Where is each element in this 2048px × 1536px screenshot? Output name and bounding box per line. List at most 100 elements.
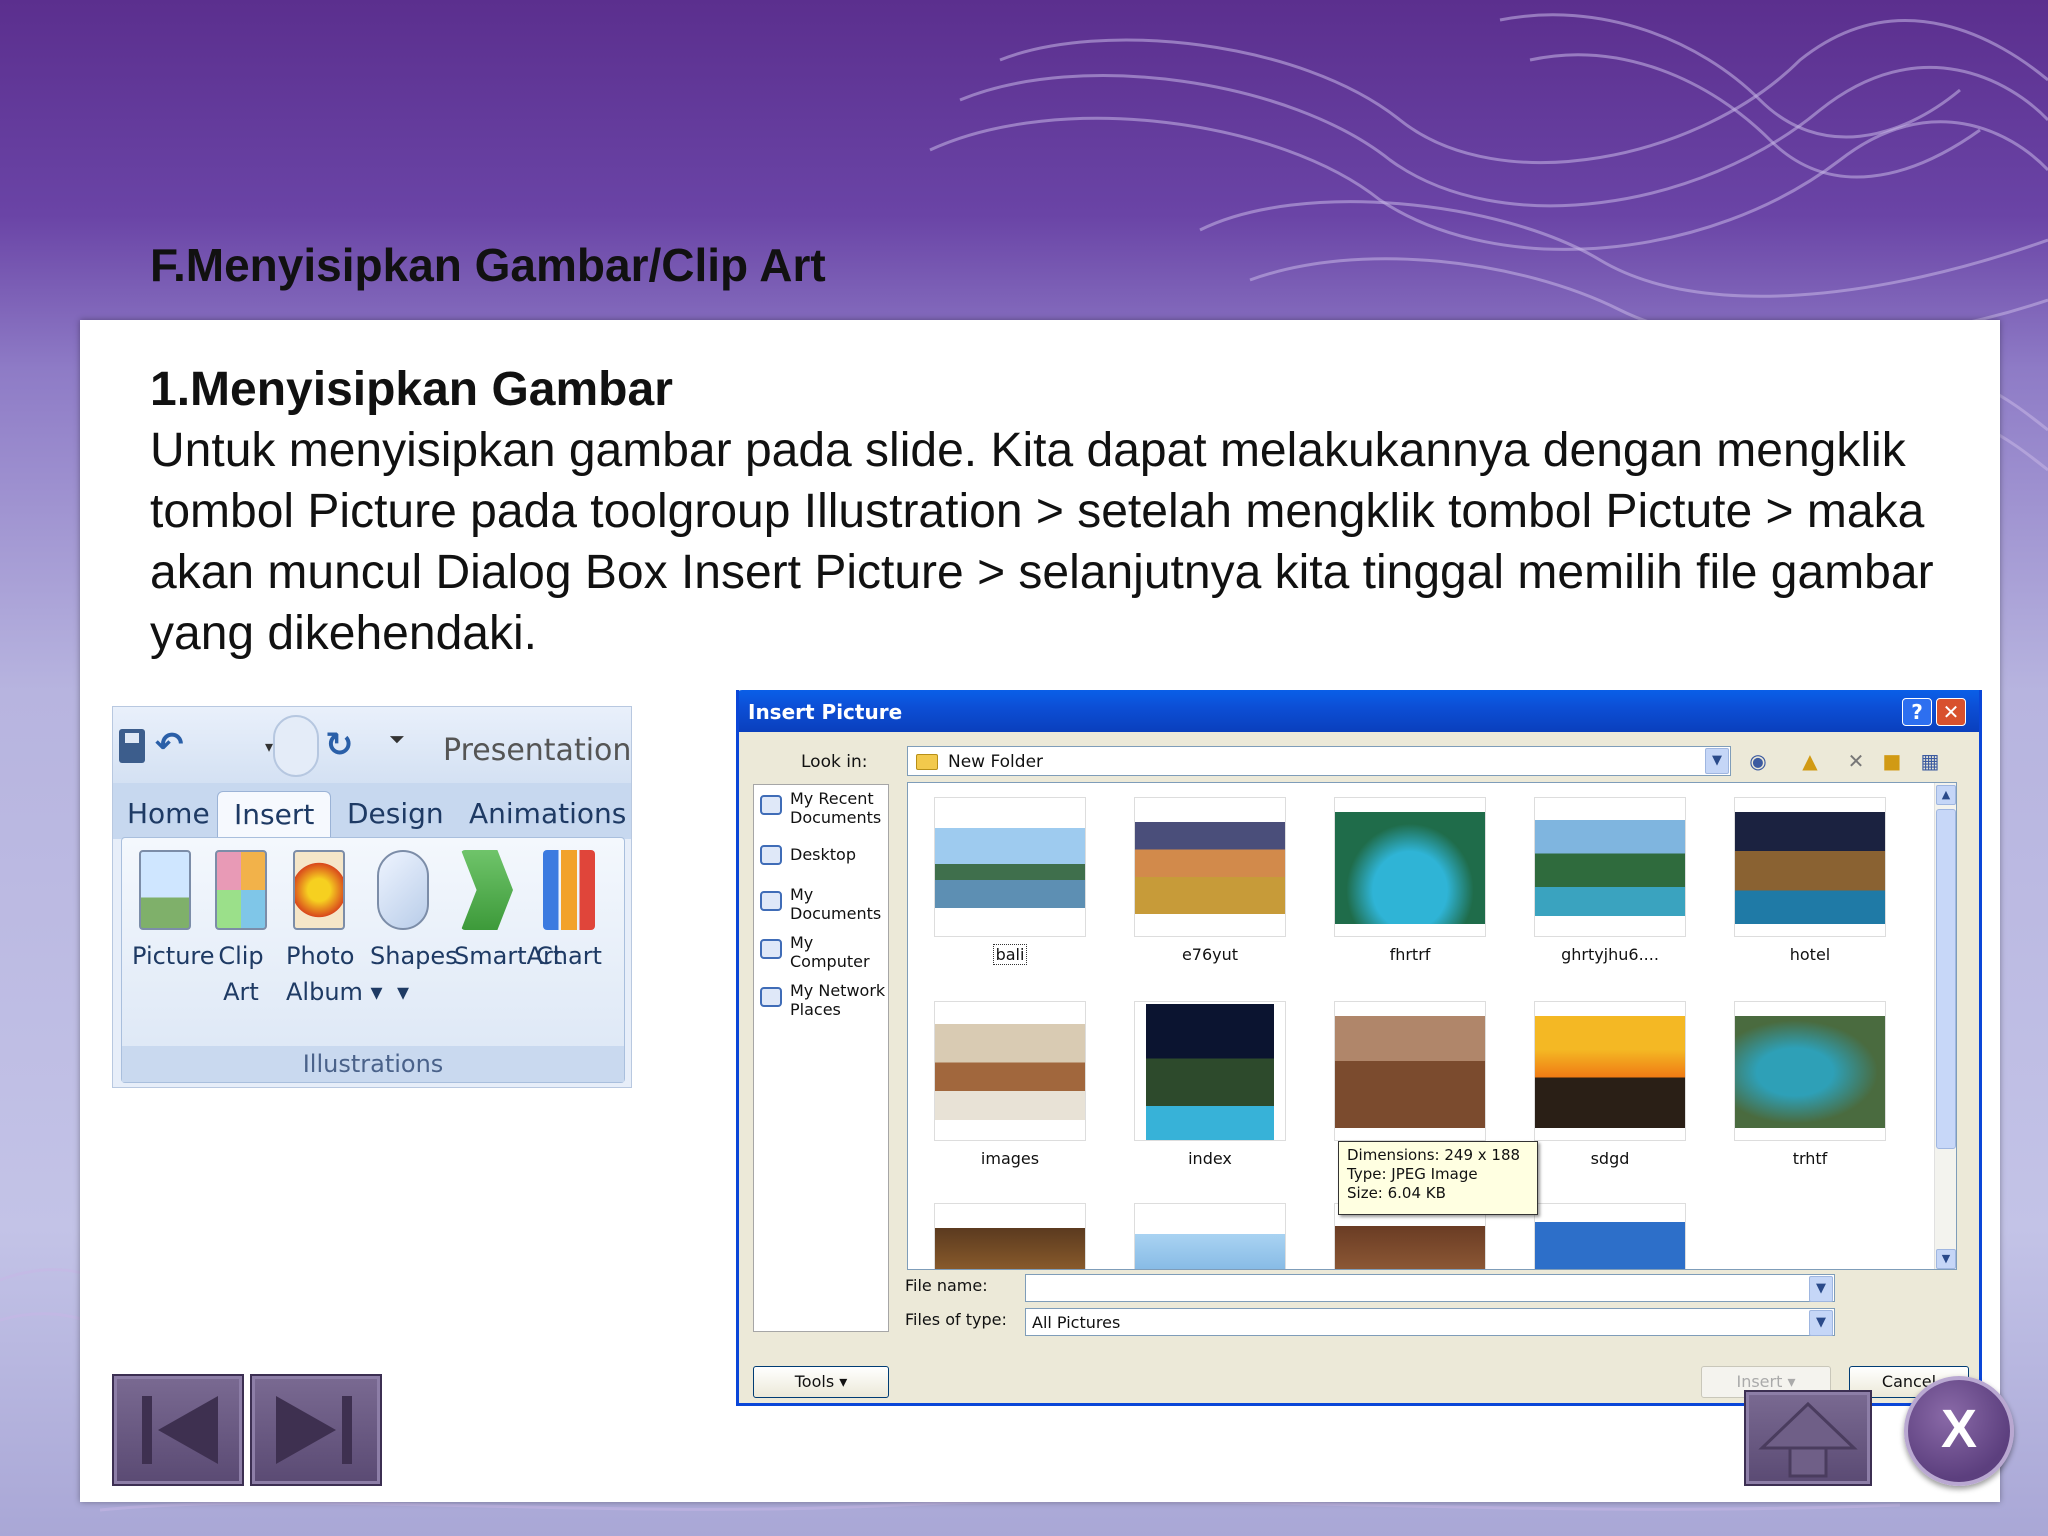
undo-dropdown-icon[interactable]: ▾ bbox=[265, 737, 273, 756]
save-icon[interactable] bbox=[119, 729, 145, 763]
tab-design[interactable]: Design bbox=[347, 797, 444, 830]
file-name-label: sdgd bbox=[1590, 1149, 1630, 1168]
thumbnail-image bbox=[1535, 1016, 1685, 1128]
chevron-down-icon[interactable]: ▼ bbox=[1705, 748, 1729, 774]
file-name-input[interactable]: ▼ bbox=[1025, 1274, 1835, 1302]
tooltip-type: Type: JPEG Image bbox=[1347, 1165, 1478, 1183]
file-item[interactable] bbox=[934, 1203, 1086, 1269]
illustrations-group: Picture Clip Art Photo Album ▾ Shapes ▾ … bbox=[121, 837, 625, 1083]
thumbnail-image bbox=[1335, 1226, 1485, 1269]
file-item[interactable]: fhrtrf bbox=[1334, 797, 1486, 964]
home-button[interactable] bbox=[1744, 1390, 1872, 1486]
new-folder-icon[interactable]: ■ bbox=[1879, 748, 1905, 774]
back-icon[interactable]: ◉ bbox=[1745, 748, 1771, 774]
qat-end-cap bbox=[273, 715, 319, 777]
place-my-recent-documents[interactable]: My Recent Documents bbox=[758, 789, 888, 827]
file-item[interactable]: index bbox=[1134, 1001, 1286, 1168]
smartart-icon bbox=[461, 850, 513, 930]
redo-icon[interactable]: ↻ bbox=[325, 725, 354, 765]
previous-slide-button[interactable] bbox=[112, 1374, 244, 1486]
file-info-tooltip: Dimensions: 249 x 188 Type: JPEG Image S… bbox=[1338, 1141, 1538, 1215]
scroll-up-icon[interactable]: ▲ bbox=[1936, 785, 1956, 805]
slide-navigation bbox=[112, 1374, 384, 1486]
file-name-label: fhrtrf bbox=[1389, 945, 1431, 964]
help-button[interactable]: ? bbox=[1902, 698, 1932, 726]
views-icon[interactable]: ▦ bbox=[1917, 748, 1943, 774]
look-in-label: Look in: bbox=[801, 752, 868, 772]
file-list-scrollbar[interactable]: ▲ ▼ bbox=[1934, 783, 1956, 1269]
tab-insert[interactable]: Insert bbox=[217, 791, 332, 843]
tooltip-dimensions: Dimensions: 249 x 188 bbox=[1347, 1146, 1521, 1164]
files-of-type-select[interactable]: All Pictures ▼ bbox=[1025, 1308, 1835, 1336]
my-computer-icon bbox=[760, 939, 782, 959]
picture-button[interactable]: Picture bbox=[132, 850, 215, 974]
place-my-documents[interactable]: My Documents bbox=[758, 885, 888, 923]
clip-art-button[interactable]: Clip Art bbox=[208, 850, 274, 1010]
place-desktop[interactable]: Desktop bbox=[758, 845, 888, 865]
places-bar: My Recent Documents Desktop My Documents… bbox=[753, 784, 889, 1332]
file-name-label: images bbox=[980, 1149, 1040, 1168]
look-in-dropdown[interactable]: New Folder ▼ bbox=[907, 746, 1731, 776]
slide-heading: F.Menyisipkan Gambar/Clip Art bbox=[150, 239, 826, 291]
photo-album-icon bbox=[293, 850, 345, 930]
dialog-title-bar[interactable]: Insert Picture ? ✕ bbox=[739, 690, 1979, 732]
file-item[interactable] bbox=[1534, 1203, 1686, 1269]
home-arrow-icon bbox=[1758, 1401, 1858, 1478]
next-slide-button[interactable] bbox=[250, 1374, 382, 1486]
next-arrow-icon bbox=[276, 1396, 352, 1464]
file-name-label: ghrtyjhu6.... bbox=[1561, 945, 1659, 964]
exit-button[interactable]: X bbox=[1904, 1376, 2014, 1486]
thumbnail-image bbox=[1146, 1004, 1274, 1140]
file-item[interactable]: ghrtyjhu6.... bbox=[1534, 797, 1686, 964]
thumbnail-image bbox=[935, 1024, 1085, 1120]
place-my-computer[interactable]: My Computer bbox=[758, 933, 888, 971]
dialog-title: Insert Picture bbox=[748, 700, 903, 724]
files-of-type-value: All Pictures bbox=[1032, 1313, 1121, 1332]
thumbnail-image bbox=[1335, 812, 1485, 924]
tab-home[interactable]: Home bbox=[127, 797, 210, 830]
files-of-type-label: Files of type: bbox=[905, 1310, 1007, 1329]
photo-album-button[interactable]: Photo Album ▾ bbox=[286, 850, 383, 1010]
chart-button[interactable]: Chart bbox=[536, 850, 602, 974]
scroll-down-icon[interactable]: ▼ bbox=[1936, 1249, 1956, 1269]
file-item[interactable]: hotel bbox=[1734, 797, 1886, 964]
smartart-label: SmartArt bbox=[454, 942, 563, 970]
illustrations-group-label: Illustrations bbox=[122, 1046, 624, 1082]
file-item[interactable]: images bbox=[934, 1001, 1086, 1168]
up-folder-icon[interactable]: ▲ bbox=[1797, 748, 1823, 774]
undo-icon[interactable]: ↶ bbox=[155, 725, 184, 765]
quick-access-toolbar: ↶ ▾ ↻ ⏷ Presentation1 - M bbox=[113, 707, 631, 783]
file-name-label: trhtf bbox=[1792, 1149, 1828, 1168]
insert-picture-dialog: Insert Picture ? ✕ Look in: New Folder ▼… bbox=[736, 690, 1982, 1406]
chevron-down-icon[interactable]: ▼ bbox=[1809, 1276, 1833, 1302]
thumbnail-image bbox=[1335, 1016, 1485, 1128]
place-my-network-places[interactable]: My Network Places bbox=[758, 981, 888, 1019]
tools-button[interactable]: Tools ▾ bbox=[753, 1366, 889, 1398]
photo-album-label: Photo Album ▾ bbox=[286, 942, 383, 1006]
thumbnail-image bbox=[1735, 812, 1885, 924]
thumbnail-image bbox=[1135, 822, 1285, 914]
file-item[interactable] bbox=[1134, 1203, 1286, 1269]
chevron-down-icon[interactable]: ▼ bbox=[1809, 1310, 1833, 1336]
instruction-text: Untuk menyisipkan gambar pada slide. Kit… bbox=[150, 424, 1934, 660]
file-item[interactable]: sdgd bbox=[1534, 1001, 1686, 1168]
file-item[interactable]: bali bbox=[934, 797, 1086, 965]
file-item[interactable]: e76yut bbox=[1134, 797, 1286, 964]
clipart-icon bbox=[215, 850, 267, 930]
picture-label: Picture bbox=[132, 942, 215, 970]
smartart-button[interactable]: SmartArt bbox=[454, 850, 563, 974]
customize-qat-icon[interactable]: ⏷ bbox=[389, 727, 405, 751]
picture-icon bbox=[139, 850, 191, 930]
my-documents-icon bbox=[760, 891, 782, 911]
tooltip-size: Size: 6.04 KB bbox=[1347, 1184, 1446, 1202]
tab-animations[interactable]: Animations bbox=[469, 797, 626, 830]
file-name-label: hotel bbox=[1789, 945, 1831, 964]
scroll-thumb[interactable] bbox=[1936, 809, 1956, 1149]
file-name-label: e76yut bbox=[1181, 945, 1239, 964]
file-name-label: bali bbox=[992, 944, 1028, 965]
shapes-button[interactable]: Shapes ▾ bbox=[370, 850, 458, 1010]
delete-icon[interactable]: ✕ bbox=[1843, 748, 1869, 774]
close-button[interactable]: ✕ bbox=[1936, 698, 1966, 726]
file-name-label: index bbox=[1188, 1149, 1232, 1168]
file-item[interactable]: trhtf bbox=[1734, 1001, 1886, 1168]
